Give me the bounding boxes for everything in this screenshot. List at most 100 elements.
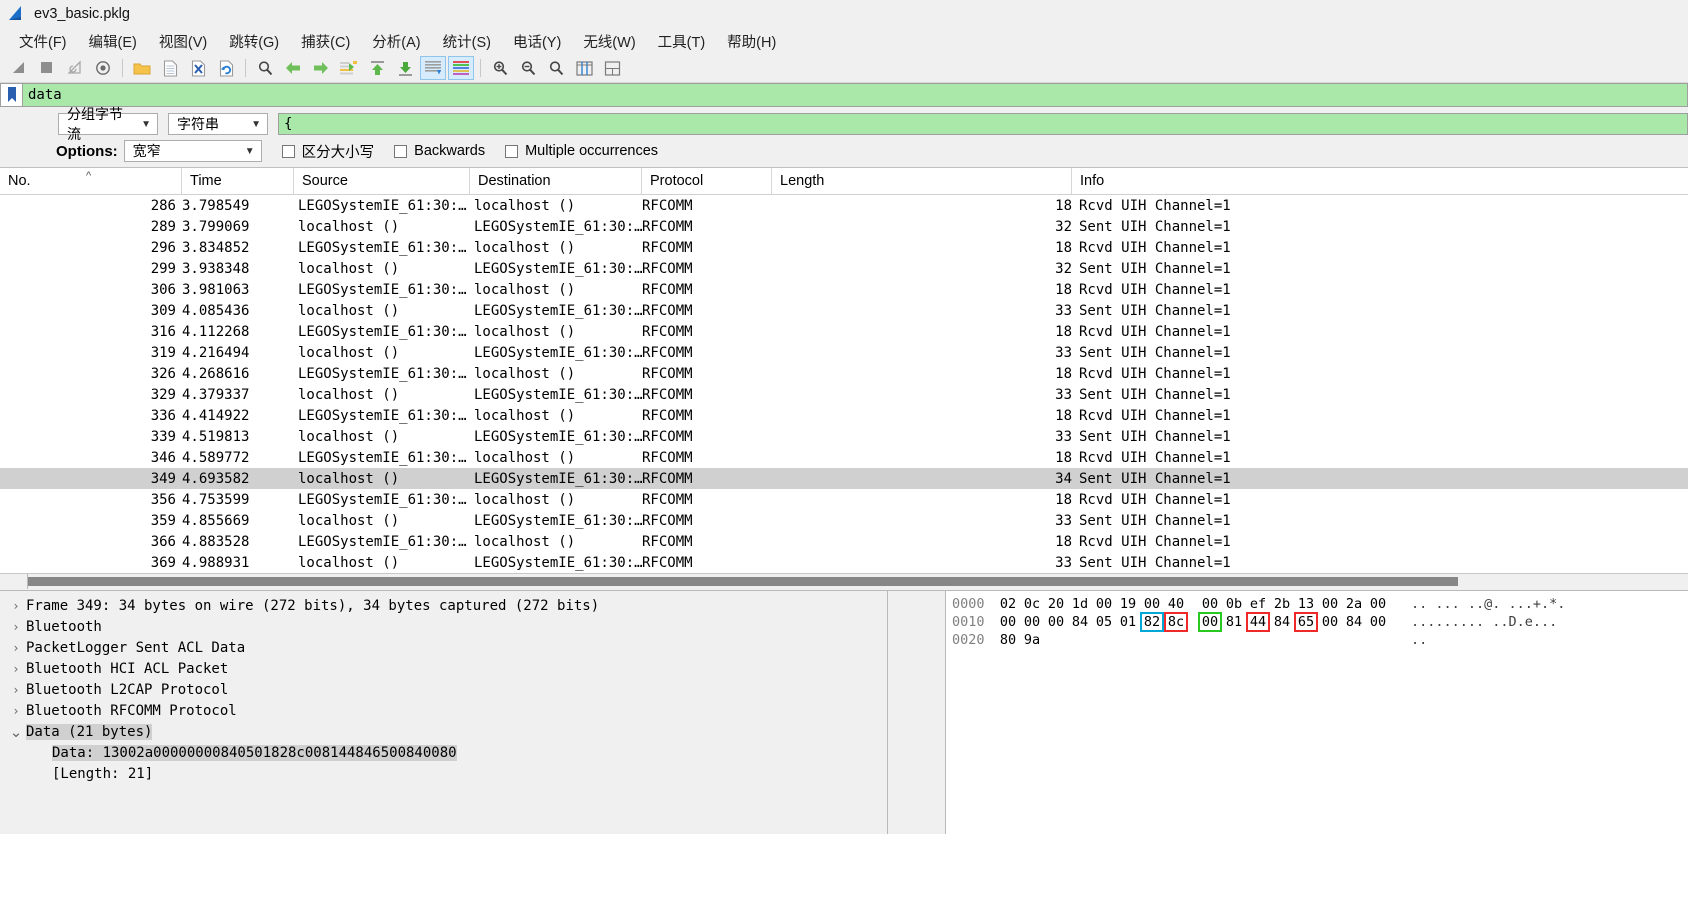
go-back-icon[interactable] (280, 56, 306, 80)
packet-list-horizontal-scrollbar[interactable] (0, 573, 1688, 590)
column-header-length[interactable]: Length (772, 168, 1072, 194)
start-capture-icon[interactable] (6, 56, 32, 80)
hex-byte[interactable]: 05 (1094, 614, 1114, 630)
hex-byte-highlight-red[interactable]: 65 (1294, 612, 1318, 632)
hex-byte[interactable]: 00 (1022, 614, 1042, 630)
chevron-right-icon[interactable]: › (6, 620, 26, 634)
menu-telephony[interactable]: 电话(Y) (502, 29, 572, 54)
find-narrow-wide-select[interactable]: 宽窄 ▼ (123, 140, 262, 162)
open-file-icon[interactable] (129, 56, 155, 80)
backwards-checkbox[interactable]: Backwards (394, 143, 485, 159)
menu-wireless[interactable]: 无线(W) (572, 29, 646, 54)
zoom-out-icon[interactable] (515, 56, 541, 80)
chevron-down-icon[interactable]: ⌄ (6, 724, 26, 739)
layout-icon[interactable] (599, 56, 625, 80)
go-last-packet-icon[interactable] (392, 56, 418, 80)
packet-list-rows[interactable]: 286 3.798549 LEGOSystemIE_61:30:… localhost… (0, 195, 1688, 573)
hex-byte[interactable]: ef (1248, 596, 1268, 612)
hex-dump-row[interactable]: 0020 80 9a.. (946, 631, 1688, 649)
hex-byte-highlight-red[interactable]: 44 (1246, 612, 1270, 632)
colorize-packets-icon[interactable] (448, 56, 474, 80)
capture-options-icon[interactable] (90, 56, 116, 80)
case-sensitive-checkbox[interactable]: 区分大小写 (281, 141, 374, 162)
table-row[interactable]: 339 4.519813 localhost () LEGOSystemIE_61:3… (0, 426, 1688, 447)
find-search-type-select[interactable]: 字符串 ▼ (168, 113, 268, 135)
column-header-protocol[interactable]: Protocol (642, 168, 772, 194)
hex-byte[interactable]: 00 (1320, 614, 1340, 630)
hex-byte[interactable]: 00 (1368, 614, 1388, 630)
close-file-icon[interactable] (185, 56, 211, 80)
menu-analyze[interactable]: 分析(A) (361, 29, 431, 54)
hex-byte[interactable]: 00 (998, 614, 1018, 630)
hex-byte[interactable]: 00 (1046, 614, 1066, 630)
save-file-icon[interactable] (157, 56, 183, 80)
chevron-right-icon[interactable]: › (6, 641, 26, 655)
hex-byte-highlight-cyan[interactable]: 82 (1140, 612, 1164, 632)
column-header-destination[interactable]: Destination (470, 168, 642, 194)
restart-capture-icon[interactable] (62, 56, 88, 80)
packet-list[interactable]: No. Time Source Destination Protocol Len… (0, 167, 1688, 573)
detail-tree-item[interactable]: › Bluetooth L2CAP Protocol (0, 679, 887, 700)
hex-byte-highlight-red[interactable]: 8c (1164, 612, 1188, 632)
menu-go[interactable]: 跳转(G) (218, 29, 290, 54)
hex-byte-highlight-green[interactable]: 00 (1198, 612, 1222, 632)
table-row[interactable]: 296 3.834852 LEGOSystemIE_61:30:… localhost… (0, 237, 1688, 258)
bookmark-icon[interactable] (0, 83, 22, 107)
hex-byte[interactable]: 00 (1200, 596, 1220, 612)
table-row[interactable]: 289 3.799069 localhost () LEGOSystemIE_61:3… (0, 216, 1688, 237)
column-header-info[interactable]: Info (1072, 168, 1104, 194)
auto-scroll-icon[interactable] (420, 56, 446, 80)
multiple-occurrences-checkbox[interactable]: Multiple occurrences (505, 143, 658, 159)
hex-byte[interactable]: 84 (1272, 614, 1292, 630)
hex-byte[interactable]: 13 (1296, 596, 1316, 612)
table-row[interactable]: 306 3.981063 LEGOSystemIE_61:30:… localhost… (0, 279, 1688, 300)
detail-tree-item[interactable]: ⌄ Data (21 bytes) (0, 721, 887, 742)
hex-byte[interactable]: 02 (998, 596, 1018, 612)
hex-byte[interactable]: 84 (1070, 614, 1090, 630)
hex-byte[interactable]: 00 (1094, 596, 1114, 612)
column-header-time[interactable]: Time (182, 168, 294, 194)
go-forward-icon[interactable] (308, 56, 334, 80)
chevron-right-icon[interactable]: › (6, 599, 26, 613)
chevron-right-icon[interactable]: › (6, 683, 26, 697)
table-row[interactable]: 356 4.753599 LEGOSystemIE_61:30:… localhost… (0, 489, 1688, 510)
packet-bytes-pane[interactable]: 0000 02 0c 20 1d 00 19 00 40 00 0b ef 2b 13 00 2a 00.. .… (946, 591, 1688, 834)
table-row[interactable]: 286 3.798549 LEGOSystemIE_61:30:… localhost… (0, 195, 1688, 216)
menu-edit[interactable]: 编辑(E) (78, 29, 148, 54)
find-search-in-select[interactable]: 分组字节流 ▼ (58, 106, 158, 142)
hex-byte[interactable]: 80 (998, 632, 1018, 648)
packet-details-pane[interactable]: › Frame 349: 34 bytes on wire (272 bits),… (0, 591, 887, 834)
chevron-right-icon[interactable]: › (6, 662, 26, 676)
hex-byte[interactable]: 84 (1344, 614, 1364, 630)
scrollbar-thumb[interactable] (28, 577, 1458, 586)
hex-byte[interactable]: 2a (1344, 596, 1364, 612)
checkbox-box[interactable] (281, 144, 295, 158)
detail-tree-item[interactable]: › Bluetooth RFCOMM Protocol (0, 700, 887, 721)
hex-byte[interactable]: 2b (1272, 596, 1292, 612)
hex-byte[interactable]: 0b (1224, 596, 1244, 612)
table-row[interactable]: 359 4.855669 localhost () LEGOSystemIE_61:3… (0, 510, 1688, 531)
stop-capture-icon[interactable] (34, 56, 60, 80)
resize-columns-icon[interactable] (571, 56, 597, 80)
table-row[interactable]: 346 4.589772 LEGOSystemIE_61:30:… localhost… (0, 447, 1688, 468)
find-input[interactable]: { (278, 113, 1688, 135)
column-header-source[interactable]: Source (294, 168, 470, 194)
detail-tree-item[interactable]: Data: 13002a00000000840501828c0081448465… (0, 742, 887, 763)
menu-help[interactable]: 帮助(H) (716, 29, 787, 54)
detail-tree-item[interactable]: › Bluetooth HCI ACL Packet (0, 658, 887, 679)
hex-byte[interactable]: 00 (1368, 596, 1388, 612)
hex-byte[interactable]: 00 (1142, 596, 1162, 612)
go-first-packet-icon[interactable] (364, 56, 390, 80)
hex-dump-row[interactable]: 0000 02 0c 20 1d 00 19 00 40 00 0b ef 2b 13 00 2a 00.. .… (946, 595, 1688, 613)
hex-byte[interactable]: 0c (1022, 596, 1042, 612)
hex-byte[interactable]: 19 (1118, 596, 1138, 612)
table-row[interactable]: 299 3.938348 localhost () LEGOSystemIE_61:3… (0, 258, 1688, 279)
menu-tools[interactable]: 工具(T) (647, 29, 717, 54)
zoom-reset-icon[interactable] (543, 56, 569, 80)
find-packet-icon[interactable] (252, 56, 278, 80)
detail-tree-item[interactable]: › PacketLogger Sent ACL Data (0, 637, 887, 658)
hex-byte[interactable]: 00 (1320, 596, 1340, 612)
table-row[interactable]: 366 4.883528 LEGOSystemIE_61:30:… localhost… (0, 531, 1688, 552)
detail-tree-item[interactable]: › Frame 349: 34 bytes on wire (272 bits),… (0, 595, 887, 616)
table-row[interactable]: 319 4.216494 localhost () LEGOSystemIE_61:3… (0, 342, 1688, 363)
